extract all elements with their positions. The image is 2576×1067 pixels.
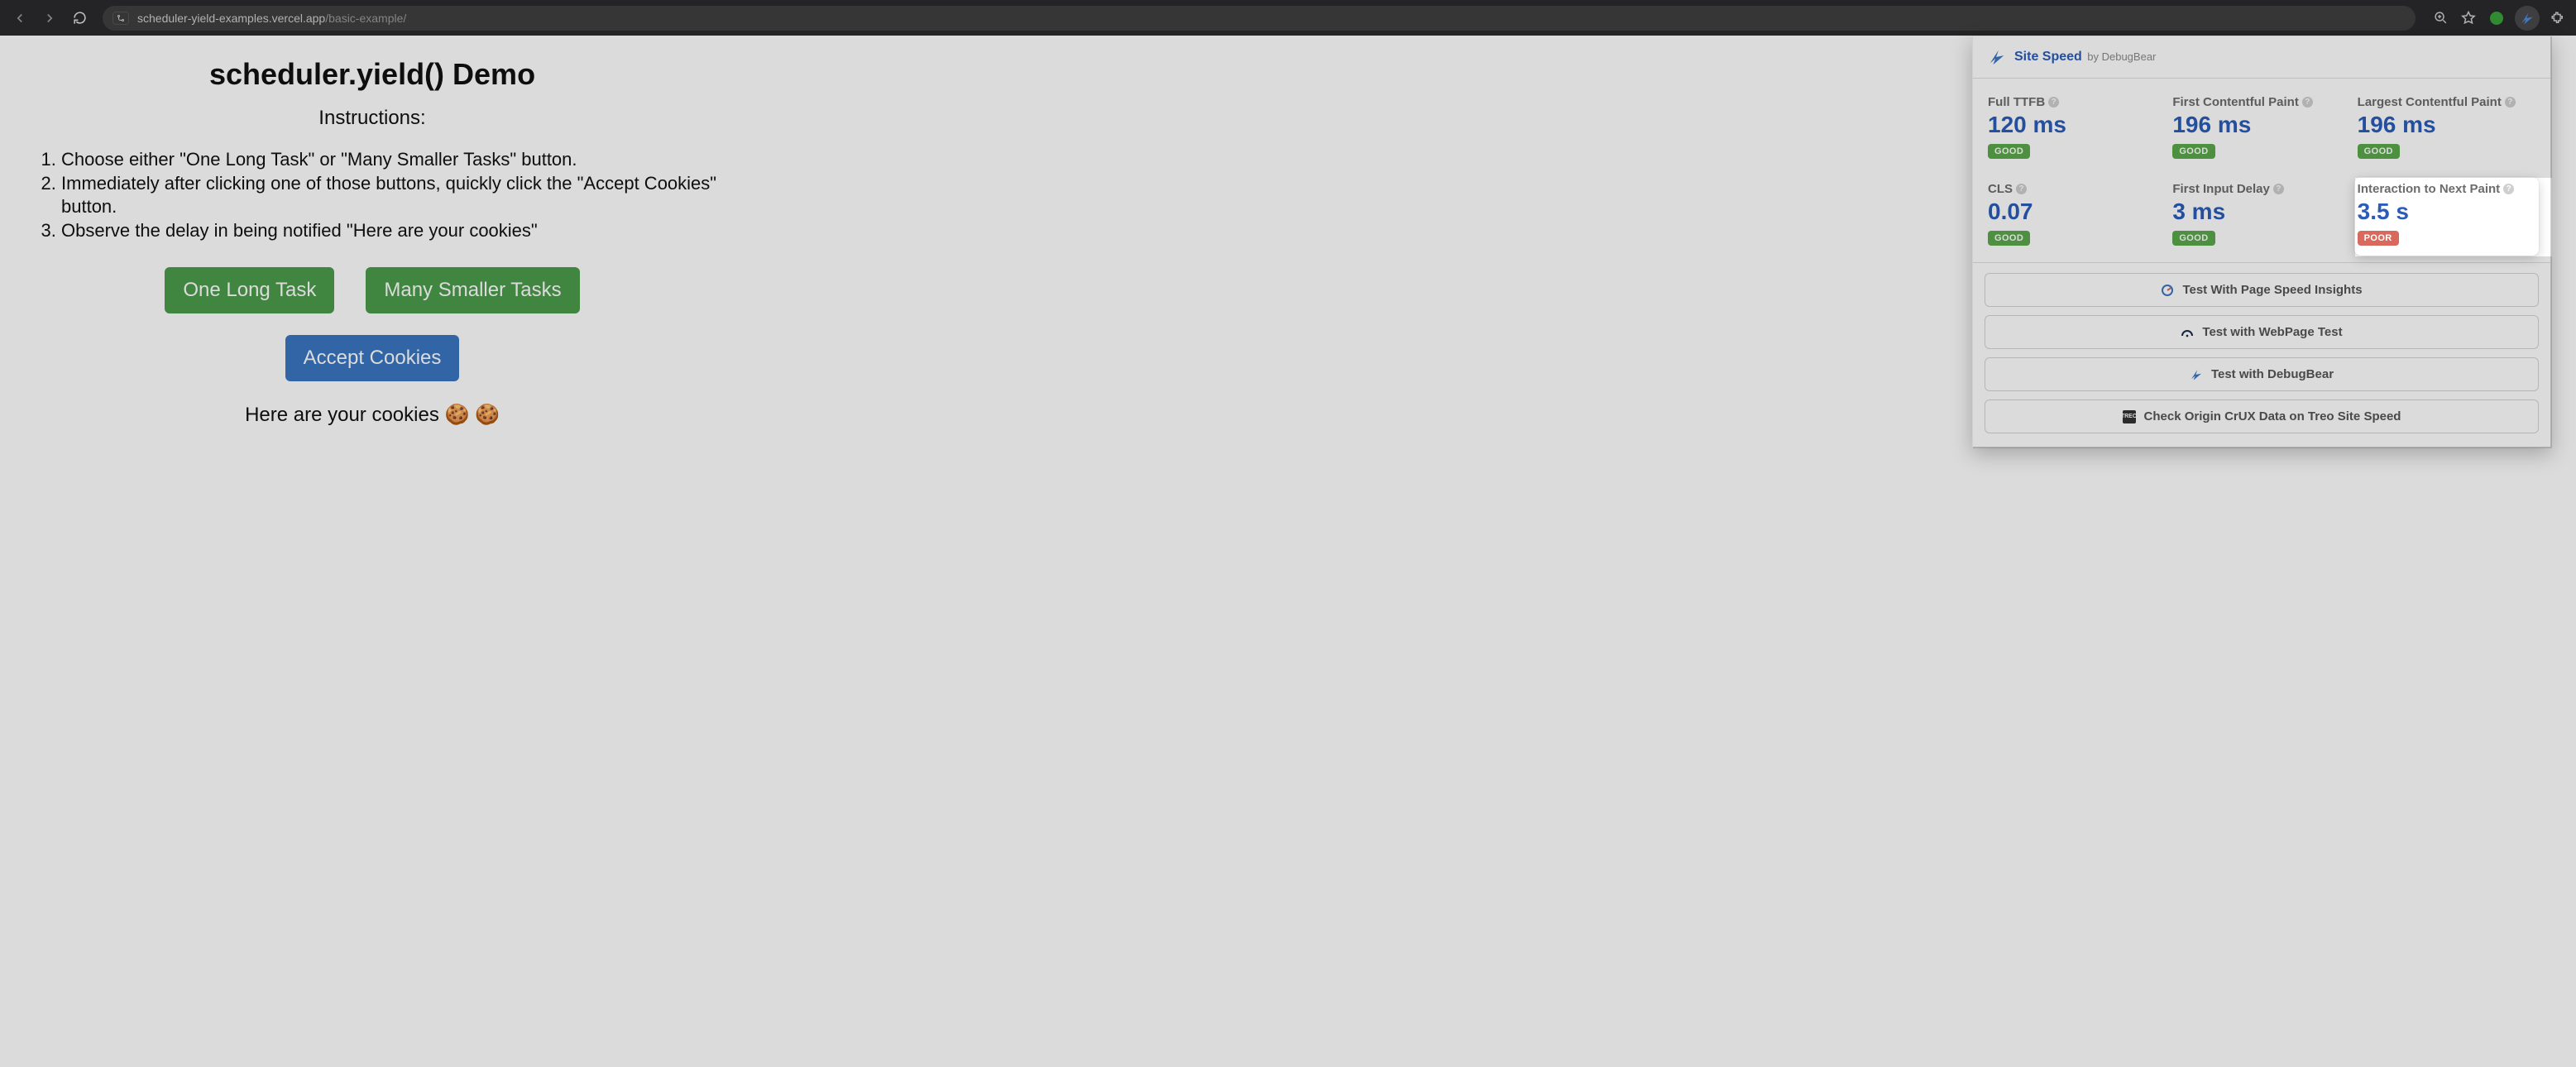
chrome-right-controls [2430, 6, 2568, 31]
metrics-grid: Full TTFB?120 msGOODFirst Contentful Pai… [1973, 79, 2550, 263]
site-speed-extension-button[interactable] [2515, 6, 2540, 31]
metric-status-badge: GOOD [1988, 144, 2030, 159]
help-icon[interactable]: ? [2273, 184, 2284, 194]
help-icon[interactable]: ? [2302, 97, 2313, 108]
metric-label: Interaction to Next Paint? [2358, 182, 2535, 196]
help-icon[interactable]: ? [2505, 97, 2516, 108]
instruction-item: Immediately after clicking one of those … [61, 172, 720, 219]
action-label: Test with DebugBear [2211, 367, 2334, 381]
metric-label: First Input Delay? [2172, 182, 2350, 196]
debugbear-logo-icon [1988, 48, 2006, 66]
panel-header: Site Speed by DebugBear [1973, 36, 2550, 79]
metric-card: First Contentful Paint? 196 ms GOOD [2169, 90, 2353, 169]
metric-label: Full TTFB? [1988, 95, 2166, 109]
panel-action-button[interactable]: Test with WebPage Test [1985, 315, 2539, 349]
page-title: scheduler.yield() Demo [25, 57, 720, 92]
instruction-item: Choose either "One Long Task" or "Many S… [61, 148, 720, 172]
metric-status-badge: GOOD [2172, 231, 2214, 246]
result-text: Here are your cookies 🍪 🍪 [25, 403, 720, 427]
metric-card: CLS? 0.07 GOOD [1985, 177, 2169, 256]
metric-status-badge: GOOD [1988, 231, 2030, 246]
metric-status-badge: POOR [2358, 231, 2399, 246]
address-bar[interactable]: scheduler-yield-examples.vercel.app/basi… [103, 6, 2416, 31]
metric-value: 0.07 [1988, 199, 2166, 225]
panel-action-button[interactable]: Test With Page Speed Insights [1985, 273, 2539, 307]
pagespeed-icon [2161, 284, 2174, 297]
forward-button[interactable] [38, 7, 61, 30]
metric-card: Full TTFB? 120 ms GOOD [1985, 90, 2169, 169]
url-text: scheduler-yield-examples.vercel.app/basi… [137, 12, 406, 25]
instruction-item: Observe the delay in being notified "Her… [61, 219, 720, 243]
profile-avatar[interactable] [2487, 8, 2507, 28]
action-label: Check Origin CrUX Data on Treo Site Spee… [2144, 409, 2401, 423]
panel-subtitle: by DebugBear [2087, 50, 2156, 63]
metric-label: Largest Contentful Paint? [2358, 95, 2535, 109]
help-icon[interactable]: ? [2503, 184, 2514, 194]
help-icon[interactable]: ? [2048, 97, 2059, 108]
instructions-list: Choose either "One Long Task" or "Many S… [25, 148, 720, 242]
debugbear-icon [2190, 368, 2203, 381]
instructions-heading: Instructions: [25, 107, 720, 130]
metric-value: 196 ms [2172, 112, 2350, 138]
action-label: Test with WebPage Test [2202, 325, 2342, 339]
action-label: Test With Page Speed Insights [2182, 283, 2362, 297]
metric-value: 196 ms [2358, 112, 2535, 138]
treo-icon: TREO [2123, 410, 2136, 423]
accept-cookies-button[interactable]: Accept Cookies [285, 335, 460, 381]
extensions-icon[interactable] [2548, 8, 2568, 28]
panel-title: Site Speed [2014, 50, 2082, 64]
metric-value: 3.5 s [2358, 199, 2535, 225]
metric-value: 3 ms [2172, 199, 2350, 225]
bookmark-star-icon[interactable] [2459, 8, 2478, 28]
panel-action-button[interactable]: TREO Check Origin CrUX Data on Treo Site … [1985, 400, 2539, 433]
metric-label: First Contentful Paint? [2172, 95, 2350, 109]
metric-card: Interaction to Next Paint? 3.5 s POOR [2354, 177, 2539, 256]
metric-label: CLS? [1988, 182, 2166, 196]
metric-value: 120 ms [1988, 112, 2166, 138]
metric-status-badge: GOOD [2172, 144, 2214, 159]
zoom-icon[interactable] [2430, 8, 2450, 28]
site-info-icon[interactable] [113, 12, 129, 25]
panel-action-button[interactable]: Test with DebugBear [1985, 357, 2539, 391]
webpagetest-icon [2181, 326, 2194, 339]
metric-status-badge: GOOD [2358, 144, 2400, 159]
page-content: scheduler.yield() Demo Instructions: Cho… [0, 36, 745, 448]
one-long-task-button[interactable]: One Long Task [165, 267, 334, 313]
help-icon[interactable]: ? [2016, 184, 2027, 194]
reload-button[interactable] [68, 7, 91, 30]
back-button[interactable] [8, 7, 31, 30]
panel-actions: Test With Page Speed Insights Test with W… [1973, 263, 2550, 447]
site-speed-panel: Site Speed by DebugBear Full TTFB? 120 ms… [1972, 36, 2551, 447]
many-smaller-tasks-button[interactable]: Many Smaller Tasks [366, 267, 579, 313]
browser-chrome: scheduler-yield-examples.vercel.app/basi… [0, 0, 2576, 36]
metric-card: Largest Contentful Paint? 196 ms GOOD [2354, 90, 2539, 169]
metric-card: First Input Delay? 3 ms GOOD [2169, 177, 2353, 256]
